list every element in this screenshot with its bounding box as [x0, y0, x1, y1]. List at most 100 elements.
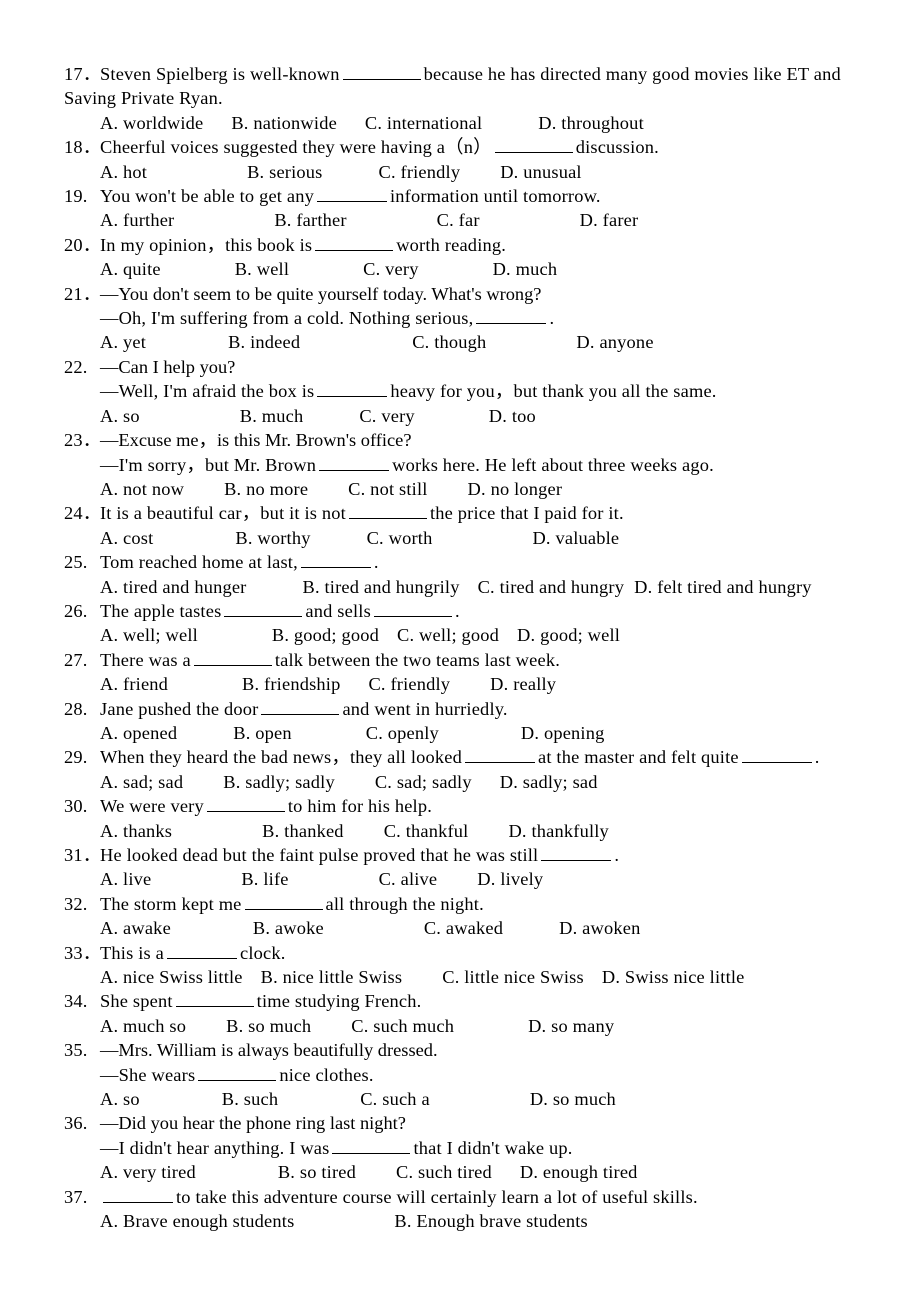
- option-a[interactable]: A. cost: [100, 526, 153, 550]
- option-b[interactable]: B. thanked: [262, 819, 344, 843]
- option-c[interactable]: C. very: [359, 404, 414, 428]
- option-a[interactable]: A. awake: [100, 916, 171, 940]
- option-b[interactable]: B. life: [241, 867, 288, 891]
- option-c[interactable]: C. very: [363, 257, 418, 281]
- option-c[interactable]: C. such much: [351, 1014, 454, 1038]
- answer-blank[interactable]: [261, 697, 340, 715]
- option-a[interactable]: A. nice Swiss little: [100, 965, 243, 989]
- option-a[interactable]: A. Brave enough students: [100, 1209, 294, 1233]
- option-b[interactable]: B. nationwide: [231, 111, 337, 135]
- option-d[interactable]: D. really: [490, 672, 556, 696]
- option-b[interactable]: B. farther: [274, 208, 346, 232]
- option-d[interactable]: D. throughout: [538, 111, 644, 135]
- option-d[interactable]: D. enough tired: [520, 1160, 638, 1184]
- option-b[interactable]: B. worthy: [235, 526, 310, 550]
- option-a[interactable]: A. thanks: [100, 819, 172, 843]
- option-d[interactable]: D. good; well: [517, 623, 620, 647]
- option-d[interactable]: D. unusual: [500, 160, 582, 184]
- option-c[interactable]: C. far: [437, 208, 480, 232]
- option-b[interactable]: B. Enough brave students: [394, 1209, 587, 1233]
- option-a[interactable]: A. worldwide: [100, 111, 203, 135]
- option-b[interactable]: B. much: [240, 404, 304, 428]
- option-c[interactable]: C. openly: [366, 721, 439, 745]
- option-d[interactable]: D. so many: [528, 1014, 614, 1038]
- option-c[interactable]: C. well; good: [397, 623, 499, 647]
- option-d[interactable]: D. awoken: [559, 916, 640, 940]
- answer-blank[interactable]: [348, 501, 427, 520]
- option-b[interactable]: B. such: [222, 1087, 278, 1111]
- option-d[interactable]: D. so much: [530, 1087, 616, 1111]
- option-c[interactable]: C. tired and hungry: [478, 575, 625, 599]
- option-a[interactable]: A. further: [100, 208, 174, 232]
- option-a[interactable]: A. live: [100, 867, 151, 891]
- answer-blank-1[interactable]: [465, 745, 535, 764]
- option-c[interactable]: C. such tired: [396, 1160, 492, 1184]
- answer-blank[interactable]: [332, 1136, 411, 1154]
- answer-blank[interactable]: [244, 892, 323, 910]
- option-d[interactable]: D. Swiss nice little: [602, 965, 745, 989]
- answer-blank[interactable]: [317, 379, 388, 398]
- option-c[interactable]: C. thankful: [384, 819, 469, 843]
- option-a[interactable]: A. well; well: [100, 623, 198, 647]
- option-a[interactable]: A. yet: [100, 330, 146, 354]
- option-c[interactable]: C. sad; sadly: [375, 770, 472, 794]
- option-c[interactable]: C. friendly: [368, 672, 450, 696]
- option-b[interactable]: B. friendship: [242, 672, 340, 696]
- option-c[interactable]: C. friendly: [379, 160, 461, 184]
- answer-blank[interactable]: [198, 1063, 277, 1081]
- option-a[interactable]: A. sad; sad: [100, 770, 183, 794]
- option-d[interactable]: D. lively: [477, 867, 543, 891]
- answer-blank[interactable]: [300, 550, 371, 569]
- option-d[interactable]: D. valuable: [532, 526, 619, 550]
- option-a[interactable]: A. tired and hunger: [100, 575, 247, 599]
- option-d[interactable]: D. too: [489, 404, 536, 428]
- option-b[interactable]: B. awoke: [253, 916, 324, 940]
- option-b[interactable]: B. tired and hungrily: [303, 575, 460, 599]
- answer-blank[interactable]: [476, 306, 547, 325]
- option-c[interactable]: C. though: [412, 330, 486, 354]
- option-b[interactable]: B. so tired: [278, 1160, 356, 1184]
- option-a[interactable]: A. much so: [100, 1014, 186, 1038]
- answer-blank-1[interactable]: [224, 599, 303, 617]
- option-b[interactable]: B. sadly; sadly: [223, 770, 335, 794]
- answer-blank[interactable]: [319, 453, 390, 471]
- option-b[interactable]: B. open: [233, 721, 292, 745]
- option-d[interactable]: D. felt tired and hungry: [634, 575, 812, 599]
- option-d[interactable]: D. sadly; sad: [500, 770, 598, 794]
- answer-blank[interactable]: [316, 184, 387, 203]
- option-b[interactable]: B. so much: [226, 1014, 311, 1038]
- option-a[interactable]: A. so: [100, 1087, 140, 1111]
- option-a[interactable]: A. very tired: [100, 1160, 196, 1184]
- option-c[interactable]: C. awaked: [424, 916, 503, 940]
- option-d[interactable]: D. much: [493, 257, 558, 281]
- option-d[interactable]: D. farer: [580, 208, 639, 232]
- answer-blank[interactable]: [103, 1185, 173, 1203]
- option-c[interactable]: C. international: [365, 111, 482, 135]
- option-c[interactable]: C. alive: [379, 867, 438, 891]
- option-a[interactable]: A. opened: [100, 721, 177, 745]
- option-c[interactable]: C. not still: [348, 477, 427, 501]
- answer-blank[interactable]: [494, 135, 573, 154]
- option-c[interactable]: C. little nice Swiss: [442, 965, 584, 989]
- answer-blank-2[interactable]: [373, 599, 452, 617]
- option-b[interactable]: B. well: [235, 257, 289, 281]
- option-c[interactable]: C. worth: [367, 526, 433, 550]
- option-b[interactable]: B. no more: [224, 477, 308, 501]
- option-a[interactable]: A. quite: [100, 257, 161, 281]
- option-a[interactable]: A. not now: [100, 477, 184, 501]
- answer-blank[interactable]: [175, 990, 254, 1008]
- option-d[interactable]: D. anyone: [576, 330, 653, 354]
- answer-blank[interactable]: [541, 843, 612, 861]
- answer-blank[interactable]: [206, 794, 285, 813]
- answer-blank[interactable]: [342, 62, 421, 80]
- option-b[interactable]: B. serious: [247, 160, 322, 184]
- answer-blank-2[interactable]: [741, 745, 812, 764]
- option-d[interactable]: D. opening: [521, 721, 605, 745]
- option-c[interactable]: C. such a: [360, 1087, 430, 1111]
- option-a[interactable]: A. hot: [100, 160, 147, 184]
- option-b[interactable]: B. nice little Swiss: [261, 965, 403, 989]
- answer-blank[interactable]: [315, 233, 394, 251]
- answer-blank[interactable]: [193, 648, 272, 666]
- option-d[interactable]: D. thankfully: [508, 819, 608, 843]
- answer-blank[interactable]: [166, 941, 237, 959]
